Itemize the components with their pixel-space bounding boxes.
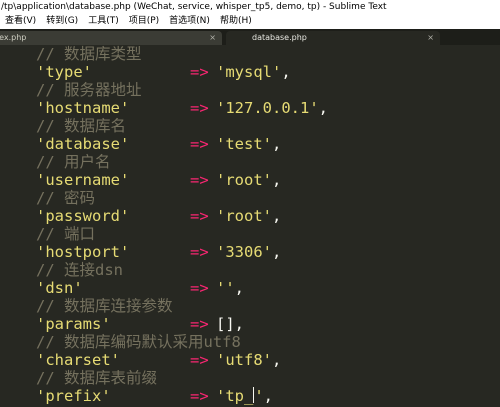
- menu-goto[interactable]: 转到(G): [41, 14, 83, 29]
- code-line: // 数据库表前缀: [36, 369, 157, 387]
- close-icon[interactable]: ×: [427, 31, 434, 45]
- code-comment: // 服务器地址: [36, 81, 142, 99]
- arrow-operator: =>: [190, 63, 209, 81]
- arrow-operator: =>: [190, 243, 209, 261]
- code-line: // 端口: [36, 225, 95, 243]
- arrow-operator: =>: [190, 207, 209, 225]
- comma: ,: [263, 387, 274, 405]
- config-key: 'hostport': [36, 243, 130, 261]
- config-key: 'charset': [36, 351, 120, 369]
- comma: ,: [272, 243, 282, 261]
- config-key: 'hostname': [36, 99, 130, 117]
- comma: ,: [272, 351, 282, 369]
- comma: ,: [234, 315, 245, 333]
- config-key: 'username': [36, 171, 130, 189]
- tab-database-php[interactable]: database.php ×: [226, 31, 440, 45]
- menu-help[interactable]: 帮助(H): [215, 14, 257, 29]
- tab-index-php[interactable]: dex.php ×: [0, 31, 222, 45]
- comma: ,: [281, 63, 291, 81]
- config-key: 'prefix': [36, 387, 111, 405]
- config-value: 'root': [216, 207, 272, 225]
- code-comment: // 数据库编码默认采用utf8: [36, 333, 241, 351]
- comma: ,: [272, 207, 282, 225]
- config-value-start: 'tp_: [216, 387, 254, 405]
- comma: ,: [272, 135, 282, 153]
- config-value-end: ': [254, 387, 264, 405]
- config-key: 'dsn': [36, 279, 83, 297]
- config-key: 'password': [36, 207, 130, 225]
- code-line: // 服务器地址: [36, 81, 142, 99]
- code-line: // 密码: [36, 189, 95, 207]
- menu-project[interactable]: 项目(P): [124, 14, 164, 29]
- code-line: // 用户名: [36, 153, 111, 171]
- arrow-operator: =>: [190, 279, 209, 297]
- arrow-operator: =>: [190, 135, 209, 153]
- code-line: // 数据库编码默认采用utf8: [36, 333, 241, 351]
- menu-preferences[interactable]: 首选项(N): [164, 14, 215, 29]
- config-value: []: [216, 315, 235, 333]
- window-title-bar: /tp\application\database.php (WeChat, se…: [0, 0, 500, 14]
- comma: ,: [234, 279, 245, 297]
- config-value: '3306': [216, 243, 272, 261]
- code-comment: // 数据库类型: [36, 45, 142, 63]
- code-comment: // 用户名: [36, 153, 111, 171]
- config-value: 'test': [216, 135, 272, 153]
- code-line: // 连接dsn: [36, 261, 123, 279]
- code-comment: // 数据库连接参数: [36, 297, 173, 315]
- close-icon[interactable]: ×: [209, 31, 216, 45]
- comma: ,: [318, 99, 328, 117]
- code-comment: // 数据库表前缀: [36, 369, 157, 387]
- config-value: 'utf8': [216, 351, 272, 369]
- config-value: '127.0.0.1': [216, 99, 319, 117]
- config-key: 'database': [36, 135, 130, 153]
- config-value: 'root': [216, 171, 272, 189]
- window-title: /tp\application\database.php (WeChat, se…: [1, 2, 387, 12]
- arrow-operator: =>: [190, 351, 209, 369]
- code-comment: // 端口: [36, 225, 95, 243]
- code-line: // 数据库连接参数: [36, 297, 173, 315]
- menu-tools[interactable]: 工具(T): [83, 14, 124, 29]
- tab-label: database.php: [252, 33, 307, 42]
- code-line: // 数据库名: [36, 117, 126, 135]
- tab-label: dex.php: [0, 33, 27, 42]
- menu-bar: 查看(V) 转到(G) 工具(T) 项目(P) 首选项(N) 帮助(H): [0, 14, 500, 29]
- menu-view[interactable]: 查看(V): [0, 14, 41, 29]
- arrow-operator: =>: [190, 387, 209, 405]
- code-editor[interactable]: // 数据库类型 'type' => 'mysql', // 服务器地址 'host…: [0, 45, 500, 407]
- code-comment: // 密码: [36, 189, 95, 207]
- code-line: // 数据库类型: [36, 45, 142, 63]
- config-key: 'params': [36, 315, 111, 333]
- tab-bar: dex.php × database.php ×: [0, 29, 500, 45]
- arrow-operator: =>: [190, 171, 209, 189]
- config-value: 'mysql': [216, 63, 282, 81]
- code-comment: // 数据库名: [36, 117, 126, 135]
- code-comment: // 连接dsn: [36, 261, 123, 279]
- config-value: '': [216, 279, 235, 297]
- comma: ,: [272, 171, 282, 189]
- arrow-operator: =>: [190, 315, 209, 333]
- config-key: 'type': [36, 63, 92, 81]
- arrow-operator: =>: [190, 99, 209, 117]
